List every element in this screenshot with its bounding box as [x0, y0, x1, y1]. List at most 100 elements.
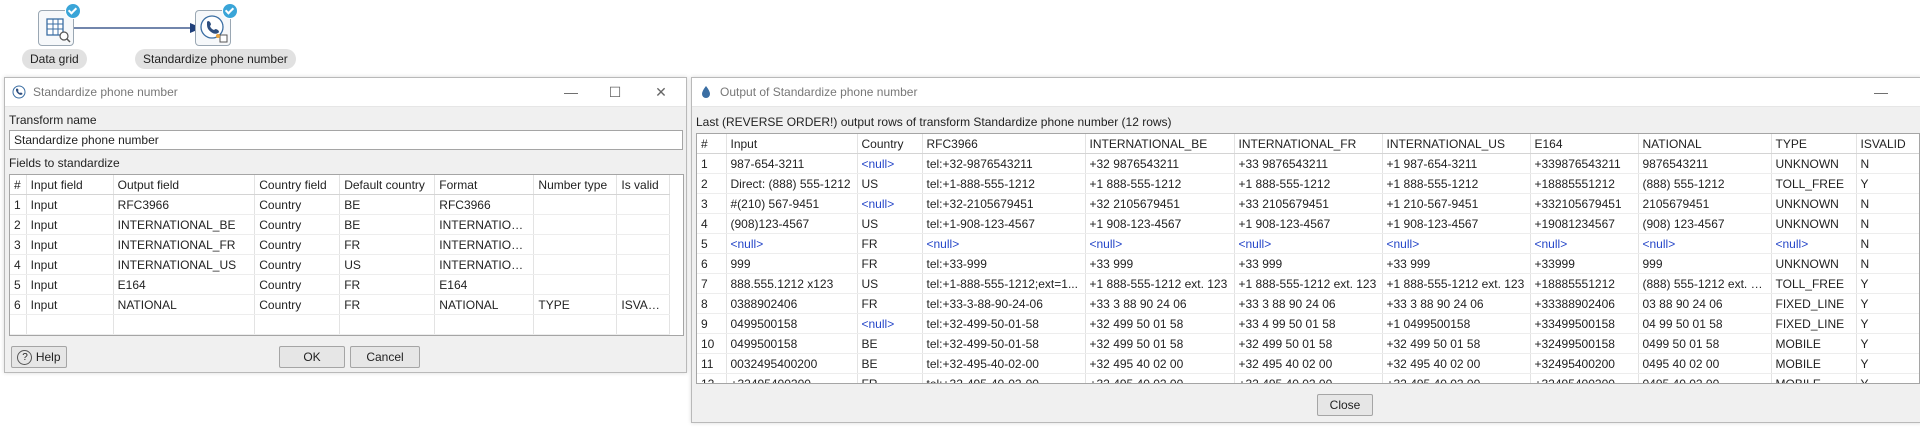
fields-cell[interactable]: Country — [254, 254, 341, 275]
output-column-header[interactable]: E164 — [1530, 134, 1639, 154]
fields-row-number[interactable]: 5 — [10, 274, 27, 295]
minimize-button[interactable]: — — [561, 82, 581, 102]
output-cell[interactable]: tel:+32-495-40-02-00 — [922, 373, 1086, 383]
output-row-number[interactable]: 12 — [697, 373, 727, 383]
output-cell[interactable]: 999 — [726, 253, 858, 274]
output-cell[interactable]: tel:+1-908-123-4567 — [922, 213, 1086, 234]
fields-cell[interactable]: INTERNATIONAL_BE — [113, 214, 256, 235]
fields-cell[interactable]: Input — [26, 194, 114, 215]
output-cell[interactable]: <null> — [726, 233, 858, 254]
output-cell[interactable]: MOBILE — [1771, 353, 1857, 374]
fields-cell[interactable]: US — [339, 254, 436, 275]
output-cell[interactable]: +1 908-123-4567 — [1382, 213, 1531, 234]
fields-column-header[interactable]: Number type — [533, 175, 618, 195]
output-cell[interactable]: +32 2105679451 — [1085, 193, 1235, 214]
output-cell[interactable]: +32495400200 — [1530, 353, 1639, 374]
output-cell[interactable]: +1 987-654-3211 — [1382, 153, 1531, 174]
output-cell[interactable]: <null> — [1638, 233, 1772, 254]
output-cell[interactable]: +1 888-555-1212 — [1382, 173, 1531, 194]
output-cell[interactable]: +33 3 88 90 24 06 — [1382, 293, 1531, 314]
output-cell[interactable]: +32 495 40 02 00 — [1234, 373, 1383, 383]
output-cell[interactable]: US — [857, 273, 923, 294]
output-column-header[interactable]: INTERNATIONAL_US — [1382, 134, 1531, 154]
output-cell[interactable]: tel:+32-499-50-01-58 — [922, 313, 1086, 334]
output-cell[interactable]: 0499500158 — [726, 333, 858, 354]
output-cell[interactable]: 0499500158 — [726, 313, 858, 334]
output-close-button[interactable]: Close — [1317, 394, 1373, 416]
output-cell[interactable]: N — [1856, 153, 1919, 174]
output-cell[interactable]: +32 499 50 01 58 — [1085, 333, 1235, 354]
fields-cell[interactable]: FR — [339, 234, 436, 255]
output-cell[interactable]: tel:+32-495-40-02-00 — [922, 353, 1086, 374]
help-button[interactable]: ? Help — [11, 346, 67, 368]
fields-grid[interactable]: # Input field Output field Country field Def… — [9, 174, 684, 336]
ok-button[interactable]: OK — [279, 346, 345, 368]
output-row-number[interactable]: 6 — [697, 253, 727, 274]
output-cell[interactable]: +1 888-555-1212 ext. 123 — [1382, 273, 1531, 294]
output-column-header[interactable]: # — [697, 134, 727, 154]
fields-cell[interactable]: Input — [26, 234, 114, 255]
output-cell[interactable]: TOLL_FREE — [1771, 273, 1857, 294]
output-table-row[interactable]: 12 +32495400200 FR tel:+32-495-40-02-00 +32 … — [697, 373, 1919, 383]
fields-cell[interactable]: INTERNATIONAL — [434, 254, 535, 275]
output-cell[interactable]: <null> — [1771, 233, 1857, 254]
fields-cell[interactable]: INTERNATIONAL_US — [113, 254, 256, 275]
output-cell[interactable]: +33999 — [1530, 253, 1639, 274]
output-cell[interactable]: +339876543211 — [1530, 153, 1639, 174]
output-cell[interactable]: +32 495 40 02 00 — [1085, 353, 1235, 374]
fields-cell[interactable]: Input — [26, 214, 114, 235]
hop-arrow[interactable] — [70, 18, 210, 38]
fields-table-row[interactable]: 4 Input INTERNATIONAL_US Country US INTERNATI… — [10, 254, 670, 275]
output-cell[interactable]: N — [1856, 213, 1919, 234]
output-cell[interactable]: 0495 40 02 00 — [1638, 353, 1772, 374]
output-cell[interactable]: <null> — [857, 313, 923, 334]
output-cell[interactable]: FIXED_LINE — [1771, 293, 1857, 314]
fields-cell[interactable]: Country — [254, 274, 341, 295]
output-cell[interactable]: +32 495 40 02 00 — [1382, 353, 1531, 374]
output-cell[interactable]: tel:+33-999 — [922, 253, 1086, 274]
output-cell[interactable]: UNKNOWN — [1771, 193, 1857, 214]
output-cell[interactable]: +1 888-555-1212 ext. 123 — [1234, 273, 1383, 294]
fields-cell[interactable]: ISVALID — [616, 294, 670, 315]
output-cell[interactable]: +1 908-123-4567 — [1234, 213, 1383, 234]
fields-cell[interactable] — [616, 194, 670, 215]
output-cell[interactable]: 0499 50 01 58 — [1638, 333, 1772, 354]
fields-cell[interactable]: E164 — [434, 274, 535, 295]
output-column-header[interactable]: TYPE — [1771, 134, 1857, 154]
output-cell[interactable]: +32495400200 — [1530, 373, 1639, 383]
fields-cell[interactable]: INTERNATIONAL — [434, 214, 535, 235]
fields-cell[interactable] — [533, 234, 618, 255]
fields-row-number[interactable]: 3 — [10, 234, 27, 255]
output-cell[interactable]: +32495400200 — [726, 373, 858, 383]
output-cell[interactable]: tel:+32-9876543211 — [922, 153, 1086, 174]
output-cell[interactable]: +19081234567 — [1530, 213, 1639, 234]
output-cell[interactable]: +32 9876543211 — [1085, 153, 1235, 174]
fields-cell[interactable] — [616, 214, 670, 235]
fields-cell[interactable]: NATIONAL — [113, 294, 256, 315]
fields-cell[interactable] — [533, 254, 618, 275]
output-cell[interactable]: Y — [1856, 333, 1919, 354]
output-cell[interactable]: UNKNOWN — [1771, 213, 1857, 234]
output-cell[interactable]: FR — [857, 253, 923, 274]
fields-table-row[interactable]: 5 Input E164 Country FR E164 — [10, 274, 670, 295]
output-cell[interactable]: N — [1856, 253, 1919, 274]
fields-cell[interactable]: INTERNATIONAL — [434, 234, 535, 255]
fields-cell[interactable]: FR — [339, 274, 436, 295]
output-row-number[interactable]: 9 — [697, 313, 727, 334]
output-table-row[interactable]: 6 999 FR tel:+33-999 +33 999 +33 999 +33 999 +3… — [697, 253, 1919, 274]
output-cell[interactable]: +32499500158 — [1530, 333, 1639, 354]
output-cell[interactable]: (888) 555-1212 ext. 123 — [1638, 273, 1772, 294]
output-cell[interactable]: Y — [1856, 373, 1919, 383]
fields-cell[interactable]: NATIONAL — [434, 294, 535, 315]
output-cell[interactable]: +32 495 40 02 00 — [1234, 353, 1383, 374]
output-cell[interactable]: +33 999 — [1382, 253, 1531, 274]
output-cell[interactable]: +33388902406 — [1530, 293, 1639, 314]
fields-cell[interactable]: Country — [254, 294, 341, 315]
output-cell[interactable]: Y — [1856, 173, 1919, 194]
output-cell[interactable]: +32 499 50 01 58 — [1234, 333, 1383, 354]
output-table-row[interactable]: 1 987-654-3211 <null> tel:+32-9876543211 +32… — [697, 153, 1919, 174]
output-cell[interactable]: tel:+32-499-50-01-58 — [922, 333, 1086, 354]
output-cell[interactable]: FR — [857, 373, 923, 383]
output-cell[interactable]: N — [1856, 233, 1919, 254]
output-cell[interactable]: <null> — [1382, 233, 1531, 254]
